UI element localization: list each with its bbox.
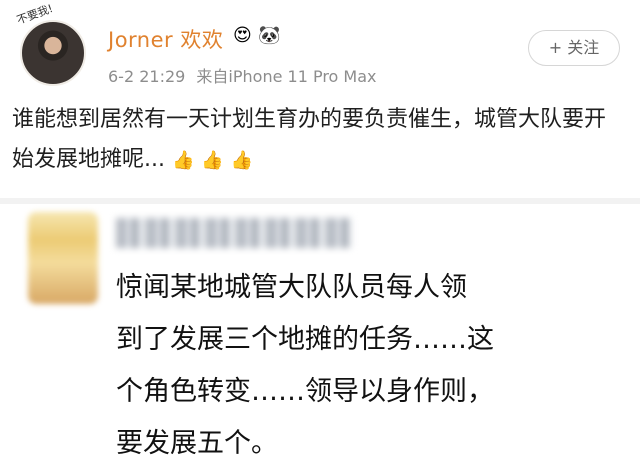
author-avatar-group[interactable]: 不要我! <box>10 2 92 88</box>
comment-avatar-blurred[interactable] <box>28 212 98 304</box>
author-name[interactable]: Jorner 欢欢 <box>108 24 223 54</box>
comment-author-blurred <box>116 218 352 248</box>
follow-button[interactable]: + 关注 <box>528 30 620 66</box>
post-meta: 6-2 21:29 来自iPhone 11 Pro Max <box>108 63 377 87</box>
thumbs-up-icon: 👍 <box>171 150 195 171</box>
heart-eyes-emoji-icon: 😍 <box>233 25 252 46</box>
thumbs-up-icon: 👍 <box>201 150 224 171</box>
post-text: 谁能想到居然有一天计划生育办的要负责催生，城管大队要开始发展地摊呢... <box>12 107 607 172</box>
section-divider <box>0 198 640 204</box>
thumbs-up-icon: 👍 <box>230 150 254 171</box>
post-source: 来自iPhone 11 Pro Max <box>196 67 377 86</box>
comment-line: 到了发展三个地摊的任务……这 <box>116 324 494 355</box>
panda-emoji-icon: 🐼 <box>258 25 281 46</box>
post-timestamp: 6-2 21:29 <box>108 67 186 86</box>
comment-line: 要发展五个。 <box>116 428 278 459</box>
author-avatar[interactable] <box>20 20 86 86</box>
post-body: 谁能想到居然有一天计划生育办的要负责催生，城管大队要开始发展地摊呢... 👍 👍… <box>12 100 612 181</box>
weibo-post: 不要我! Jorner 欢欢 😍 🐼 6-2 21:29 来自iPhone 11… <box>0 0 640 200</box>
comment-line: 个角色转变……领导以身作则， <box>116 376 494 407</box>
comment-body: 惊闻某地城管大队队员每人领 到了发展三个地摊的任务……这 个角色转变……领导以身… <box>116 262 616 470</box>
comment-line: 惊闻某地城管大队队员每人领 <box>116 272 467 303</box>
